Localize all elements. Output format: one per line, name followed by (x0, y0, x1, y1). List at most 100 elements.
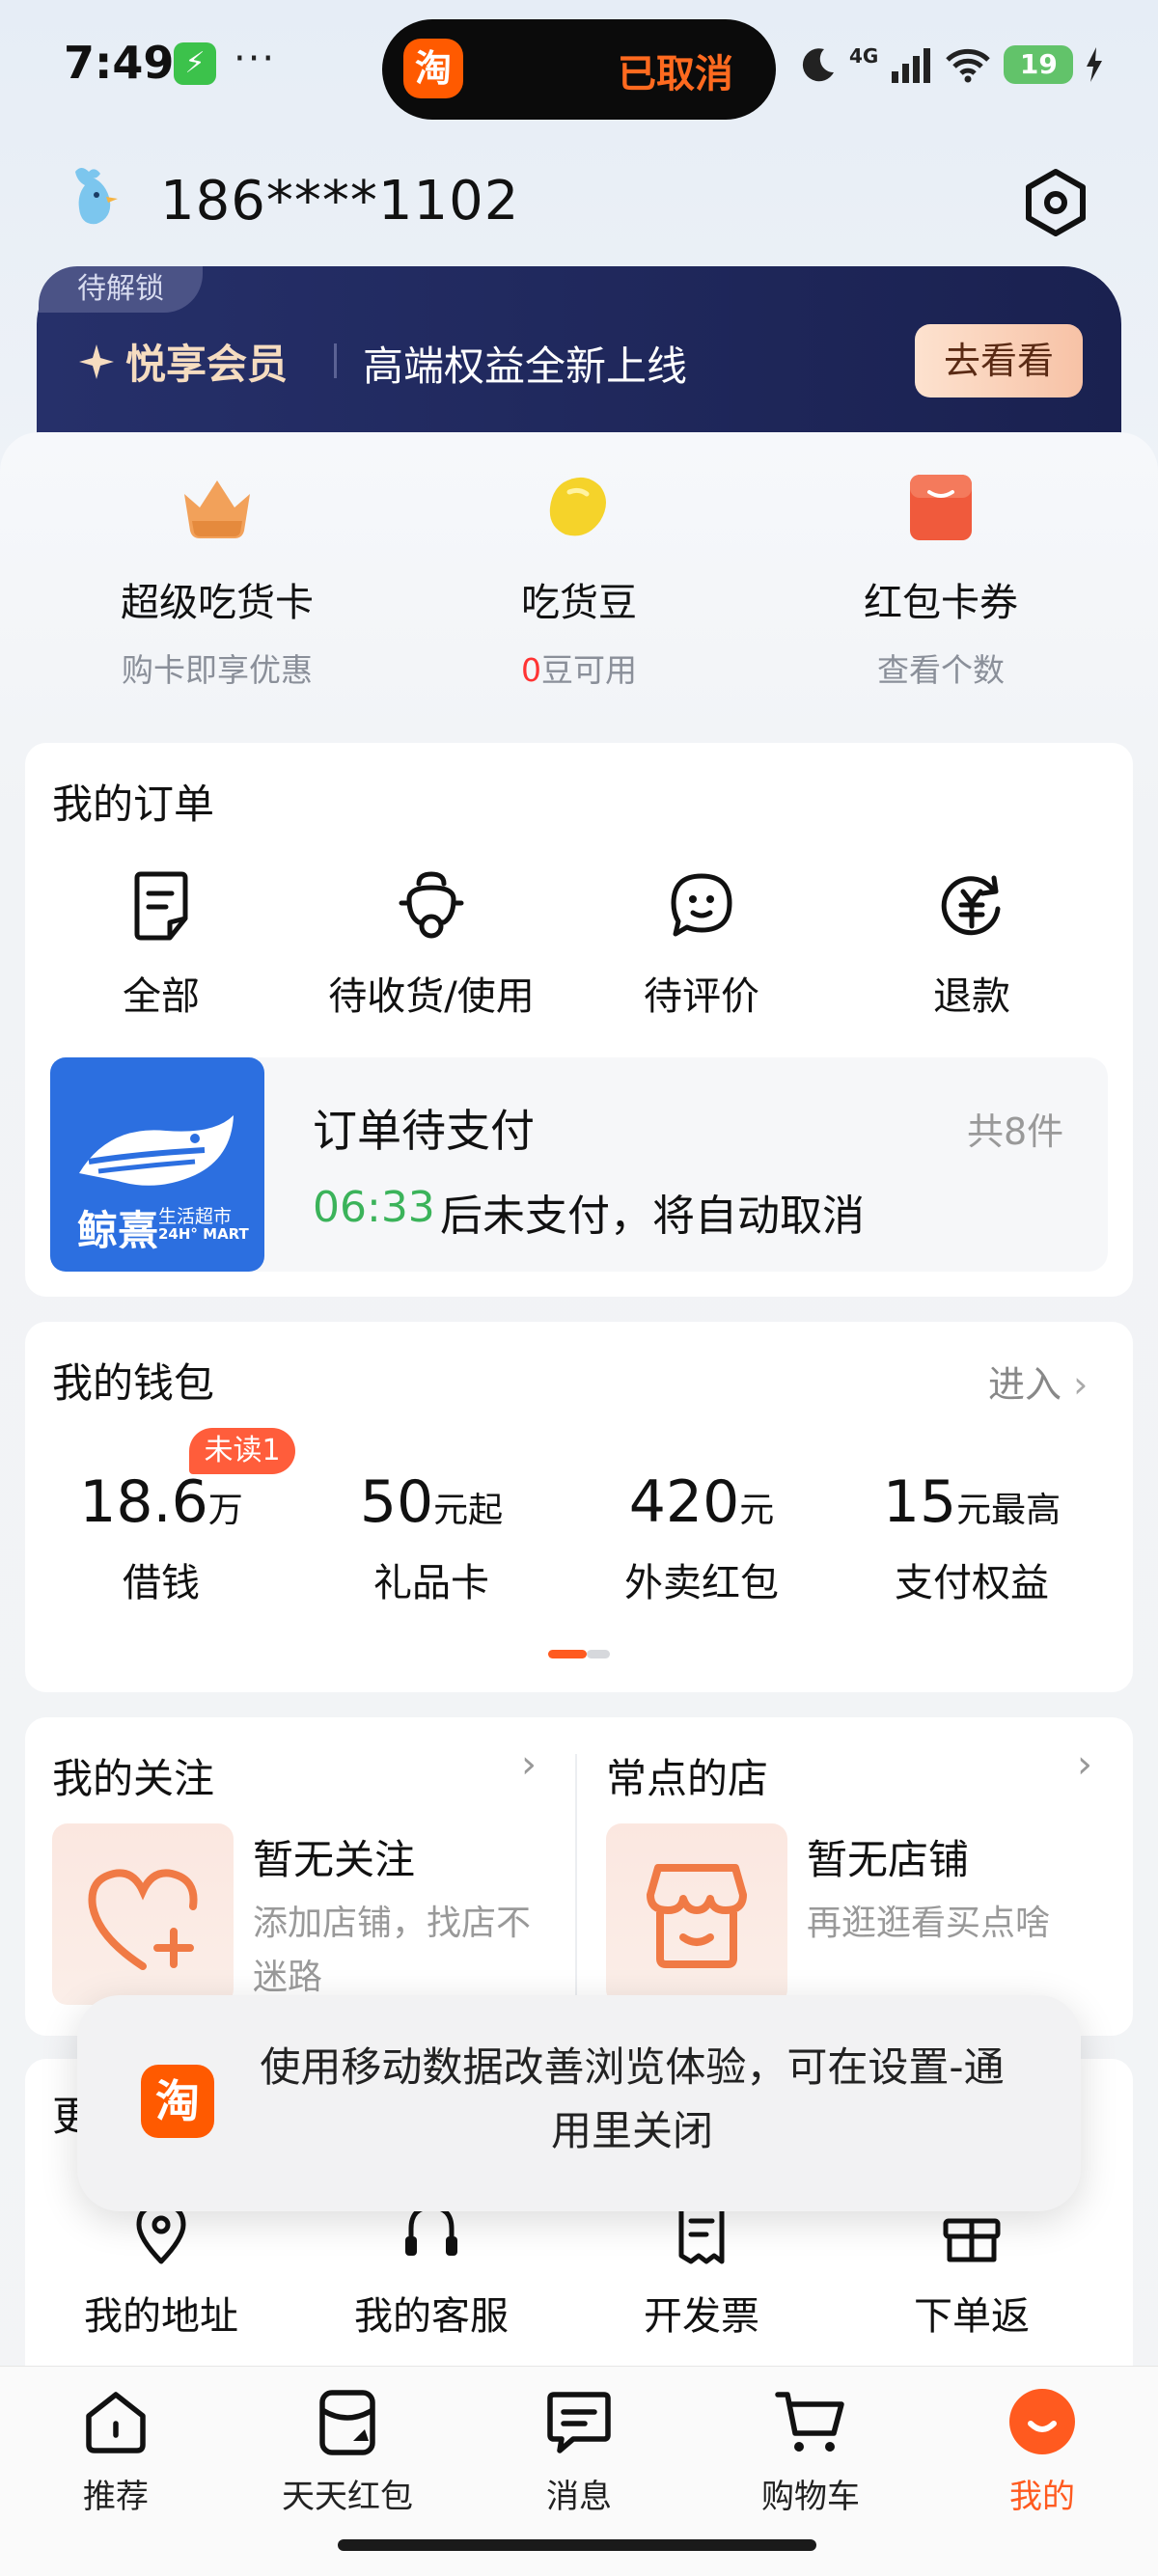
quick-item-beans[interactable]: 吃货豆 0豆可用 (415, 473, 743, 691)
vip-lock-tag: 待解锁 (39, 266, 203, 313)
wallet-unit: 万 (207, 1491, 243, 1530)
service-label: 我的地址 (84, 2294, 238, 2339)
wallet-label: 借钱 (123, 1561, 200, 1605)
charging-bolt-icon (1087, 47, 1103, 82)
tab-recommend[interactable]: 推荐 (19, 2385, 212, 2517)
bean-count: 0 (521, 651, 541, 689)
unread-badge: 未读1 (189, 1428, 295, 1474)
tab-cart[interactable]: 购物车 (714, 2385, 907, 2517)
wallet-unit: 元起 (433, 1491, 504, 1530)
wallet-title: 我的钱包 (52, 1359, 215, 1407)
wallet-value: 15 (882, 1468, 957, 1536)
service-invoice[interactable]: 开发票 (566, 2200, 837, 2341)
tab-me[interactable]: 我的 (946, 2385, 1139, 2517)
quick-item-coupons[interactable]: 红包卡券 查看个数 (777, 473, 1105, 691)
cart-icon (775, 2392, 844, 2452)
wallet-value: 18.6 (79, 1468, 208, 1536)
status-time: 7:49 (64, 37, 175, 89)
order-tab-refund[interactable]: 退款 (837, 870, 1107, 1021)
frequent-empty-subtitle: 再逛逛看买点啥 (807, 1904, 1051, 1943)
island-status-text: 已取消 (618, 52, 733, 96)
pending-order-count: 共8件 (967, 1110, 1064, 1153)
message-icon (547, 2392, 611, 2453)
crown-icon (184, 480, 250, 538)
signal-icon (892, 48, 931, 83)
wallet-item-delivery-packet[interactable]: 420元 外卖红包 (566, 1468, 837, 1607)
chevron-right-icon[interactable]: › (521, 1742, 537, 1787)
more-notifications-icon: ··· (234, 37, 277, 81)
pending-message: 后未支付，将自动取消 (440, 1192, 865, 1241)
wallet-label: 礼品卡 (373, 1561, 489, 1605)
order-tab-label: 待收货/使用 (328, 974, 535, 1019)
wifi-icon (946, 48, 991, 83)
service-support[interactable]: 我的客服 (296, 2200, 566, 2341)
store-tag: 生活超市 (158, 1206, 233, 1227)
service-order-rebate[interactable]: 下单返 (837, 2200, 1107, 2341)
order-tab-label: 全部 (123, 974, 200, 1019)
order-tab-to-review[interactable]: 待评价 (566, 870, 837, 1021)
service-address[interactable]: 我的地址 (26, 2200, 296, 2341)
tab-label: 推荐 (83, 2478, 149, 2516)
service-label: 开发票 (644, 2294, 759, 2339)
wallet-value: 50 (359, 1468, 434, 1536)
follow-title[interactable]: 我的关注 (52, 1746, 214, 1805)
battery-level: 19 (1004, 45, 1074, 84)
red-envelope-icon (910, 475, 972, 540)
chevron-right-icon: › (1073, 1363, 1089, 1406)
home-icon (86, 2392, 146, 2453)
wallet-enter-link[interactable]: 进入 › (988, 1355, 1088, 1408)
scooter-icon (399, 871, 464, 939)
follow-divider (575, 1754, 577, 2005)
document-icon (134, 871, 188, 941)
service-label: 下单返 (914, 2294, 1030, 2339)
order-tab-all[interactable]: 全部 (26, 870, 296, 1021)
store-logo: 鲸熹 生活超市 24H° MART (50, 1057, 264, 1272)
order-tab-label: 退款 (933, 974, 1010, 1019)
refund-icon (941, 875, 1001, 936)
store-tag-mart: 24H° MART (158, 1225, 249, 1243)
settings-hexagon-icon[interactable] (1019, 166, 1092, 239)
chat-bubble-icon (671, 873, 732, 937)
service-label: 我的客服 (354, 2294, 509, 2339)
wallet-label: 支付权益 (895, 1561, 1049, 1605)
vip-title: 悦享会员 (77, 332, 288, 391)
home-indicator[interactable] (338, 2539, 816, 2551)
vip-view-button[interactable]: 去看看 (915, 324, 1083, 397)
pending-countdown: 06:33 (313, 1183, 435, 1232)
follow-empty-thumb (52, 1823, 234, 2005)
chevron-right-icon[interactable]: › (1077, 1742, 1092, 1787)
tab-label: 我的 (1009, 2478, 1075, 2516)
quick-subtitle: 0豆可用 (415, 644, 743, 691)
wallet-item-pay-benefit[interactable]: 15元最高 支付权益 (837, 1468, 1107, 1607)
wallet-item-gift-card[interactable]: 50元起 礼品卡 (296, 1468, 566, 1607)
quick-subtitle: 购卡即享优惠 (122, 651, 313, 689)
store-name: 鲸熹 (77, 1207, 159, 1254)
quick-subtitle: 查看个数 (877, 651, 1005, 689)
follow-empty-subtitle: 添加店铺，找店不迷路 (253, 1904, 532, 1997)
order-tab-to-receive[interactable]: 待收货/使用 (296, 870, 566, 1021)
order-tab-label: 待评价 (644, 974, 759, 1019)
wallet-label: 外卖红包 (624, 1561, 779, 1605)
tab-messages[interactable]: 消息 (482, 2385, 676, 2517)
quick-title: 超级吃货卡 (121, 581, 314, 625)
wallet-enter-label: 进入 (988, 1363, 1062, 1406)
bird-avatar-icon[interactable] (68, 162, 127, 228)
network-type-label: 4G (849, 44, 879, 68)
frequent-title[interactable]: 常点的店 (606, 1746, 768, 1805)
orders-title: 我的订单 (52, 781, 215, 828)
quick-title: 红包卡券 (864, 581, 1018, 625)
tab-daily-packet[interactable]: 天天红包 (251, 2385, 444, 2517)
quick-title: 吃货豆 (521, 581, 637, 625)
wallet-value: 420 (628, 1468, 740, 1536)
pending-order-title: 订单待支付 (313, 1105, 535, 1157)
tab-label: 消息 (546, 2478, 612, 2516)
taobao-logo-icon: 淘 (403, 39, 463, 98)
quick-item-super-card[interactable]: 超级吃货卡 购卡即享优惠 (53, 473, 381, 691)
pager-indicator (587, 1650, 610, 1658)
wallet-item-loan[interactable]: 18.6万 借钱 (26, 1468, 296, 1607)
tab-label: 天天红包 (282, 2478, 413, 2516)
moon-icon (802, 48, 834, 82)
follow-empty-title: 暂无关注 (253, 1836, 416, 1883)
red-packet-icon (319, 2390, 375, 2455)
bean-unit: 豆可用 (541, 651, 637, 689)
